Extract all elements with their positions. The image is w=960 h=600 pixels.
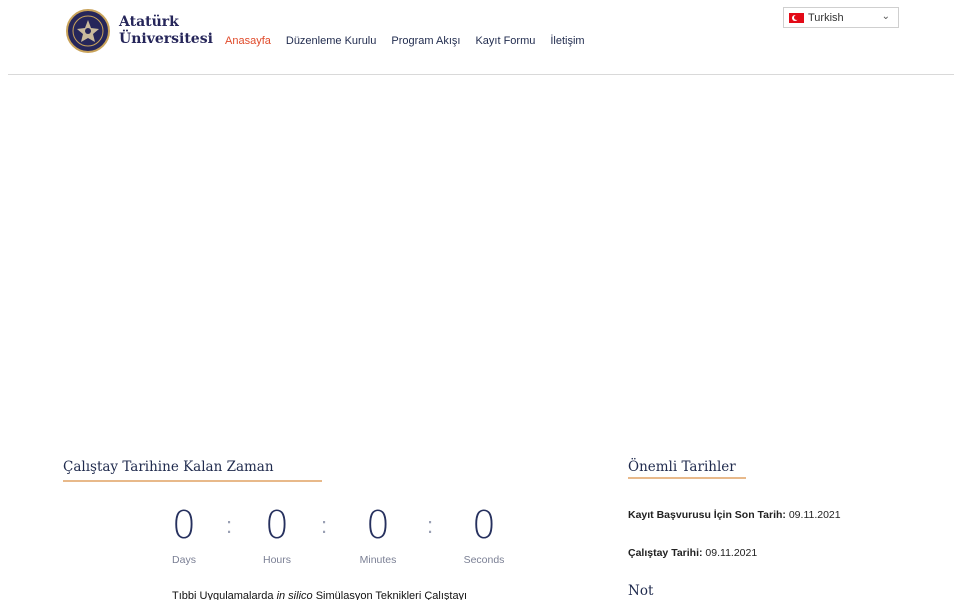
brand-line-2: Üniversitesi [119,31,213,47]
countdown-days-value: 0 [171,503,197,547]
date-row-registration-deadline: Kayıt Başvurusu İçin Son Tarih: 09.11.20… [628,509,841,521]
countdown-minutes-label: Minutes [359,554,397,566]
language-select[interactable]: Turkish ⌄ [783,7,899,28]
date-row-value: 09.11.2021 [788,509,841,521]
workshop-subtitle: Tıbbi Uygulamalarda in silico Simülasyon… [172,590,467,600]
chevron-down-icon: ⌄ [881,11,890,22]
logo-emblem-icon [72,15,104,47]
subtitle-prefix: Tıbbi Uygulamalarda [172,590,274,600]
language-select-value: Turkish [808,11,844,24]
date-row-workshop-date: Çalıştay Tarihi: 09.11.2021 [628,547,757,559]
countdown-title: Çalıştay Tarihine Kalan Zaman [63,459,274,475]
countdown-separator: : [320,513,328,538]
important-dates-title: Önemli Tarihler [628,459,736,475]
countdown-seconds-value: 0 [471,503,497,547]
countdown-minutes-value: 0 [365,503,391,547]
date-row-label: Kayıt Başvurusu İçin Son Tarih: [628,509,786,521]
countdown-hours-value: 0 [264,503,290,547]
countdown-separator: : [225,513,233,538]
university-logo[interactable] [66,9,110,53]
countdown-seconds-label: Seconds [463,554,505,566]
date-row-label: Çalıştay Tarihi: [628,547,703,559]
date-row-value: 09.11.2021 [705,547,758,559]
main-nav: Anasayfa Düzenleme Kurulu Program Akışı … [225,35,585,47]
important-dates-underline [628,477,746,479]
countdown-separator: : [426,513,434,538]
countdown-title-underline [63,480,322,482]
nav-item-program-akisi[interactable]: Program Akışı [391,35,460,47]
subtitle-emphasis: in silico [276,590,313,600]
countdown-hours-label: Hours [262,554,291,566]
nav-item-duzenleme-kurulu[interactable]: Düzenleme Kurulu [286,35,377,47]
brand-line-1: Atatürk [119,14,179,30]
subtitle-suffix: Simülasyon Teknikleri Çalıştayı [315,590,468,600]
note-title: Not [628,583,654,599]
countdown-timer: 0 : 0 : 0 : 0 Days Hours Minutes Seconds [160,503,520,573]
site-header: Atatürk Üniversitesi Anasayfa Düzenleme … [0,0,960,76]
countdown-days-label: Days [172,554,196,566]
brand-name[interactable]: Atatürk Üniversitesi [119,14,213,48]
nav-item-kayit-formu[interactable]: Kayıt Formu [475,35,535,47]
header-divider [8,74,954,75]
turkey-flag-icon [789,12,804,23]
nav-item-anasayfa[interactable]: Anasayfa [225,35,271,47]
nav-item-iletisim[interactable]: İletişim [550,35,584,47]
